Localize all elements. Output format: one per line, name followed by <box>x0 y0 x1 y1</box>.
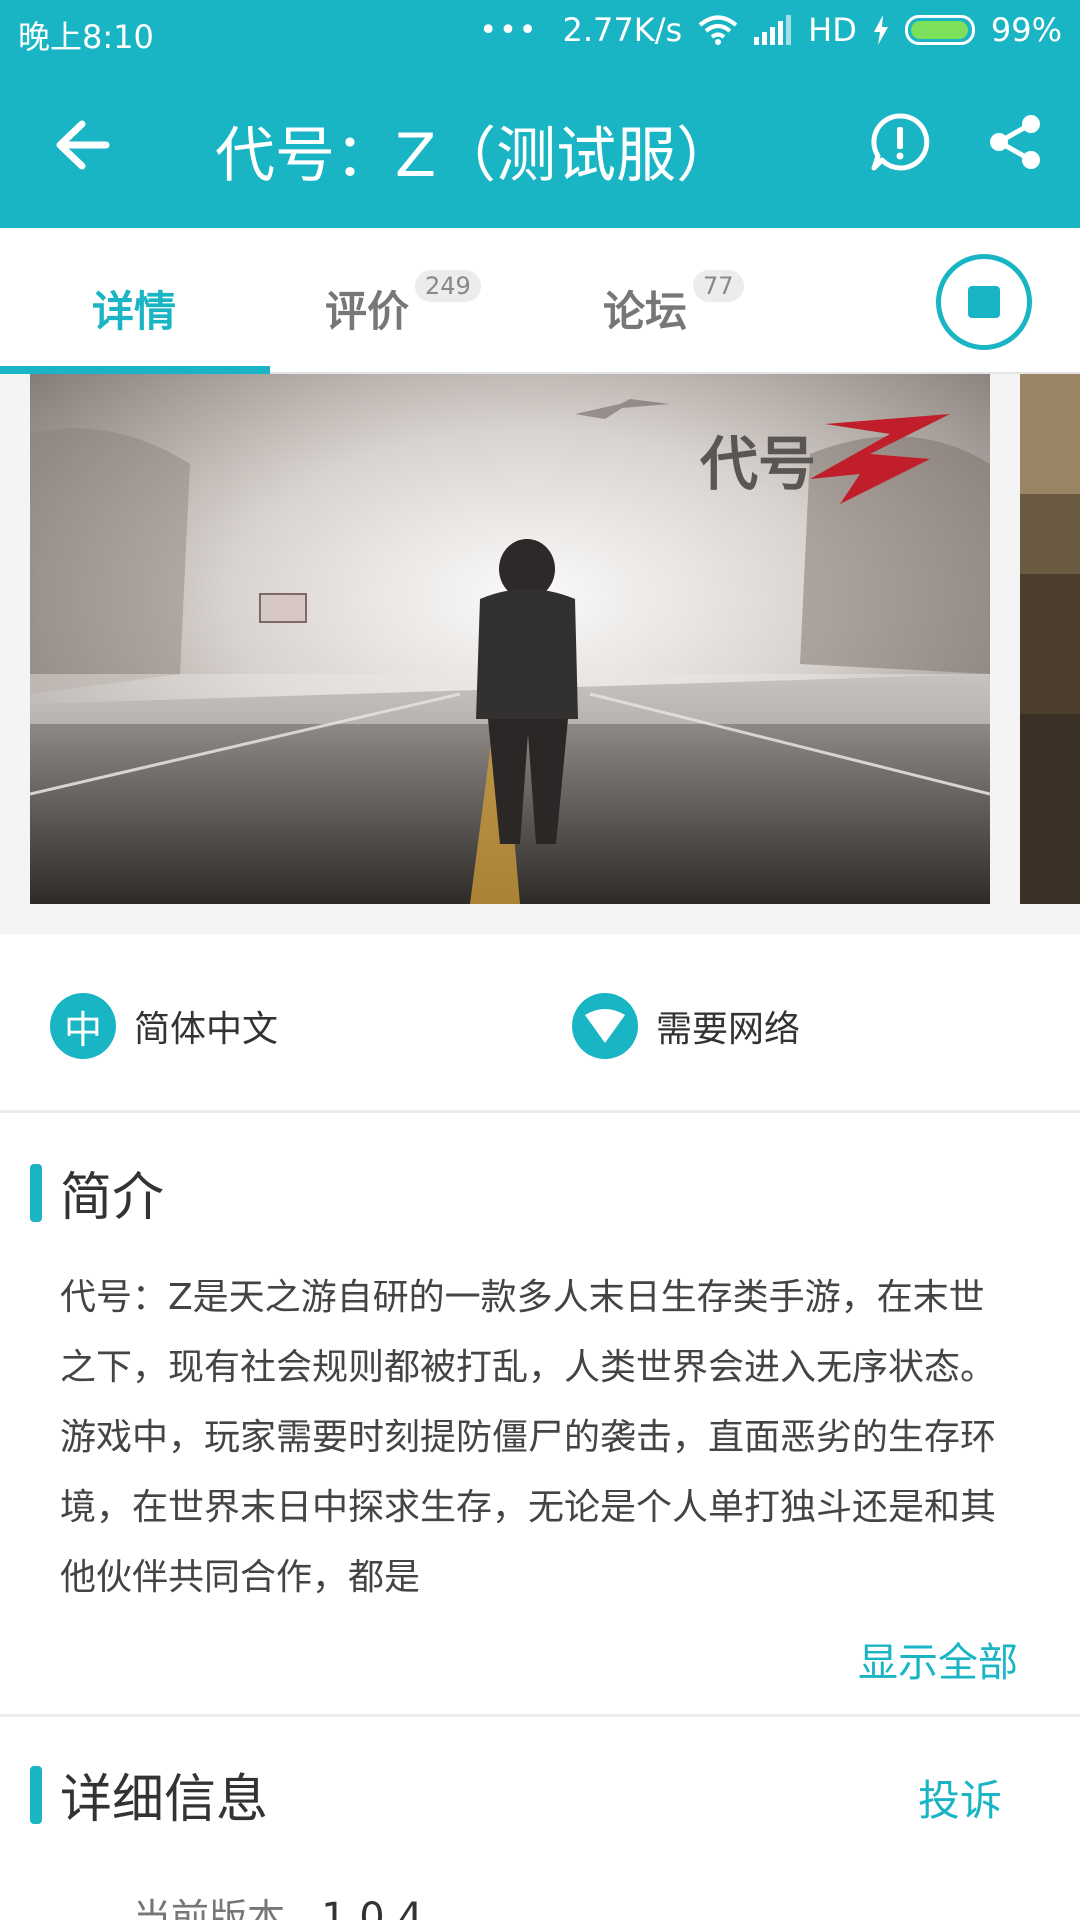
tab-reviews[interactable]: 评价 249 <box>325 270 481 339</box>
arrow-left-icon[interactable] <box>48 110 118 180</box>
status-bar: 晚上8:10 ••• 2.77K/s HD 99% <box>0 0 1080 60</box>
wifi-network-icon <box>572 993 638 1059</box>
info-row-version: 当前版本 1.0.4 <box>133 1887 423 1920</box>
battery-percent: 99% <box>990 11 1062 49</box>
stop-icon <box>968 286 1000 318</box>
charging-icon <box>873 15 888 45</box>
game-screenshot-next-image <box>1020 374 1080 904</box>
exclamation-circle-icon[interactable] <box>870 112 930 172</box>
info-value: 1.0.4 <box>321 1895 423 1920</box>
tab-count-badge: 77 <box>693 270 744 302</box>
game-screenshot-next[interactable] <box>1020 374 1080 904</box>
game-screenshot[interactable]: 代号 <box>30 374 990 904</box>
section-title: 详细信息 <box>60 1770 269 1830</box>
wifi-icon <box>698 15 738 45</box>
screenshot-gallery[interactable]: 代号 <box>0 374 1080 934</box>
section-header: 简介 <box>30 1155 164 1230</box>
battery-fill <box>910 21 969 39</box>
header: 晚上8:10 ••• 2.77K/s HD 99% 代号：Z（测试服） <box>0 0 1080 228</box>
section-header: 详细信息 <box>30 1757 268 1832</box>
tab-label: 详情 <box>92 287 177 336</box>
feature-label: 需要网络 <box>656 1009 801 1050</box>
feature-row: 中 简体中文 需要网络 <box>0 935 1080 1113</box>
network-type: HD <box>808 11 857 49</box>
feature-network: 需要网络 <box>572 993 800 1059</box>
tab-count-badge: 249 <box>415 270 481 302</box>
signal-icon <box>754 15 792 45</box>
page-title: 代号：Z（测试服） <box>215 121 737 191</box>
intro-section: 简介 代号：Z是天之游自研的一款多人末日生存类手游，在末世之下，现有社会规则都被… <box>0 1113 1080 1717</box>
battery-icon <box>904 15 975 45</box>
status-right: ••• 2.77K/s HD 99% <box>479 10 1062 50</box>
info-label: 当前版本 <box>133 1896 286 1920</box>
details-section: 详细信息 投诉 当前版本 1.0.4 <box>0 1717 1080 1920</box>
network-speed: 2.77K/s <box>562 11 683 49</box>
section-marker <box>30 1765 42 1824</box>
tab-label: 论坛 <box>603 287 688 336</box>
section-marker <box>30 1163 42 1222</box>
share-icon[interactable] <box>985 112 1045 172</box>
wifi-glyph-icon <box>585 1009 625 1043</box>
app-bar: 代号：Z（测试服） <box>0 72 1080 222</box>
tab-details[interactable]: 详情 <box>92 278 176 339</box>
download-progress-button[interactable] <box>936 254 1032 350</box>
feature-label: 简体中文 <box>134 1009 279 1050</box>
game-screenshot-image: 代号 <box>30 374 990 904</box>
chinese-language-icon: 中 <box>50 993 116 1059</box>
complain-link[interactable]: 投诉 <box>918 1767 1002 1828</box>
svg-text:代号: 代号 <box>699 430 816 498</box>
tab-forum[interactable]: 论坛 77 <box>603 270 744 339</box>
status-time: 晚上8:10 <box>18 18 154 56</box>
section-title: 简介 <box>60 1168 165 1228</box>
tab-indicator <box>0 366 270 374</box>
tab-label: 评价 <box>325 287 410 336</box>
intro-text: 代号：Z是天之游自研的一款多人末日生存类手游，在末世之下，现有社会规则都被打乱，… <box>60 1277 997 1598</box>
more-dots-icon: ••• <box>479 12 539 48</box>
show-all-link[interactable]: 显示全部 <box>858 1630 1018 1688</box>
feature-language: 中 简体中文 <box>50 993 278 1059</box>
tab-bar: 详情 评价 249 论坛 77 <box>0 228 1080 374</box>
